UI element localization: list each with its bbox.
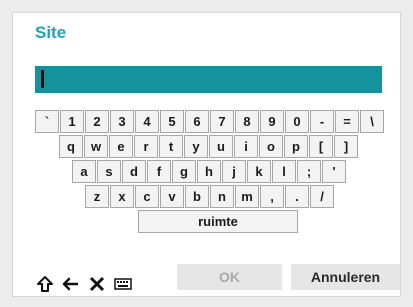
letter-key[interactable]: j: [222, 160, 246, 183]
letter-key[interactable]: o: [259, 135, 283, 158]
letter-key[interactable]: x: [110, 185, 134, 208]
backspace-icon[interactable]: [61, 274, 81, 294]
number-row-key[interactable]: 6: [185, 110, 209, 133]
letter-key[interactable]: n: [210, 185, 234, 208]
letter-key[interactable]: i: [234, 135, 258, 158]
letter-key[interactable]: m: [235, 185, 259, 208]
keyboard-row-numbers: ` 1 2 3 4 5 6 7 8 9 0- = \: [35, 110, 384, 133]
letter-key[interactable]: e: [109, 135, 133, 158]
number-row-key[interactable]: \: [360, 110, 384, 133]
keyboard-row-asdf: a s d f g h j k l; ': [72, 160, 346, 183]
number-row-key[interactable]: 8: [235, 110, 259, 133]
letter-key[interactable]: g: [172, 160, 196, 183]
number-row-key[interactable]: 4: [135, 110, 159, 133]
number-row-key[interactable]: 2: [85, 110, 109, 133]
letter-key[interactable]: v: [160, 185, 184, 208]
letter-key[interactable]: [: [309, 135, 333, 158]
letter-key[interactable]: d: [122, 160, 146, 183]
letter-key[interactable]: z: [85, 185, 109, 208]
ok-button[interactable]: OK: [177, 264, 282, 290]
letter-key[interactable]: w: [84, 135, 108, 158]
letter-key[interactable]: ]: [334, 135, 358, 158]
letter-key[interactable]: .: [285, 185, 309, 208]
letter-key[interactable]: h: [197, 160, 221, 183]
number-row-key[interactable]: `: [35, 110, 59, 133]
number-row-key[interactable]: 5: [160, 110, 184, 133]
clear-icon[interactable]: [87, 274, 107, 294]
letter-key[interactable]: c: [135, 185, 159, 208]
number-row-key[interactable]: 7: [210, 110, 234, 133]
number-row-key[interactable]: 0: [285, 110, 309, 133]
virtual-keyboard-dialog: Site ` 1 2 3 4 5 6 7 8 9 0- = \ q w e r t y u i o p[] asdfghj…: [12, 12, 401, 297]
letter-key[interactable]: a: [72, 160, 96, 183]
letter-key[interactable]: y: [184, 135, 208, 158]
number-row-key[interactable]: -: [310, 110, 334, 133]
number-row-key[interactable]: =: [335, 110, 359, 133]
number-row-key[interactable]: 3: [110, 110, 134, 133]
letter-key[interactable]: p: [284, 135, 308, 158]
letter-key[interactable]: q: [59, 135, 83, 158]
letter-key[interactable]: r: [134, 135, 158, 158]
keyboard-tools: [35, 274, 133, 294]
letter-key[interactable]: ,: [260, 185, 284, 208]
letter-key[interactable]: s: [97, 160, 121, 183]
letter-key[interactable]: k: [247, 160, 271, 183]
shift-icon[interactable]: [35, 274, 55, 294]
site-input-field[interactable]: [35, 66, 382, 93]
cancel-button[interactable]: Annuleren: [291, 264, 400, 290]
keyboard-icon[interactable]: [113, 274, 133, 294]
letter-key[interactable]: ;: [297, 160, 321, 183]
letter-key[interactable]: /: [310, 185, 334, 208]
number-row-key[interactable]: 9: [260, 110, 284, 133]
dialog-title: Site: [35, 23, 67, 42]
keyboard-row-zxcv: z x c v b n m,. /: [85, 185, 334, 208]
letter-key[interactable]: t: [159, 135, 183, 158]
text-caret: [41, 70, 44, 88]
letter-key[interactable]: l: [272, 160, 296, 183]
keyboard-row-space: ruimte: [138, 210, 298, 233]
letter-key[interactable]: f: [147, 160, 171, 183]
space-key[interactable]: ruimte: [138, 210, 298, 233]
keyboard-row-qwerty: q w e r t y u i o p[]: [59, 135, 358, 158]
letter-key[interactable]: b: [185, 185, 209, 208]
letter-key[interactable]: ': [322, 160, 346, 183]
number-row-key[interactable]: 1: [60, 110, 84, 133]
letter-key[interactable]: u: [209, 135, 233, 158]
